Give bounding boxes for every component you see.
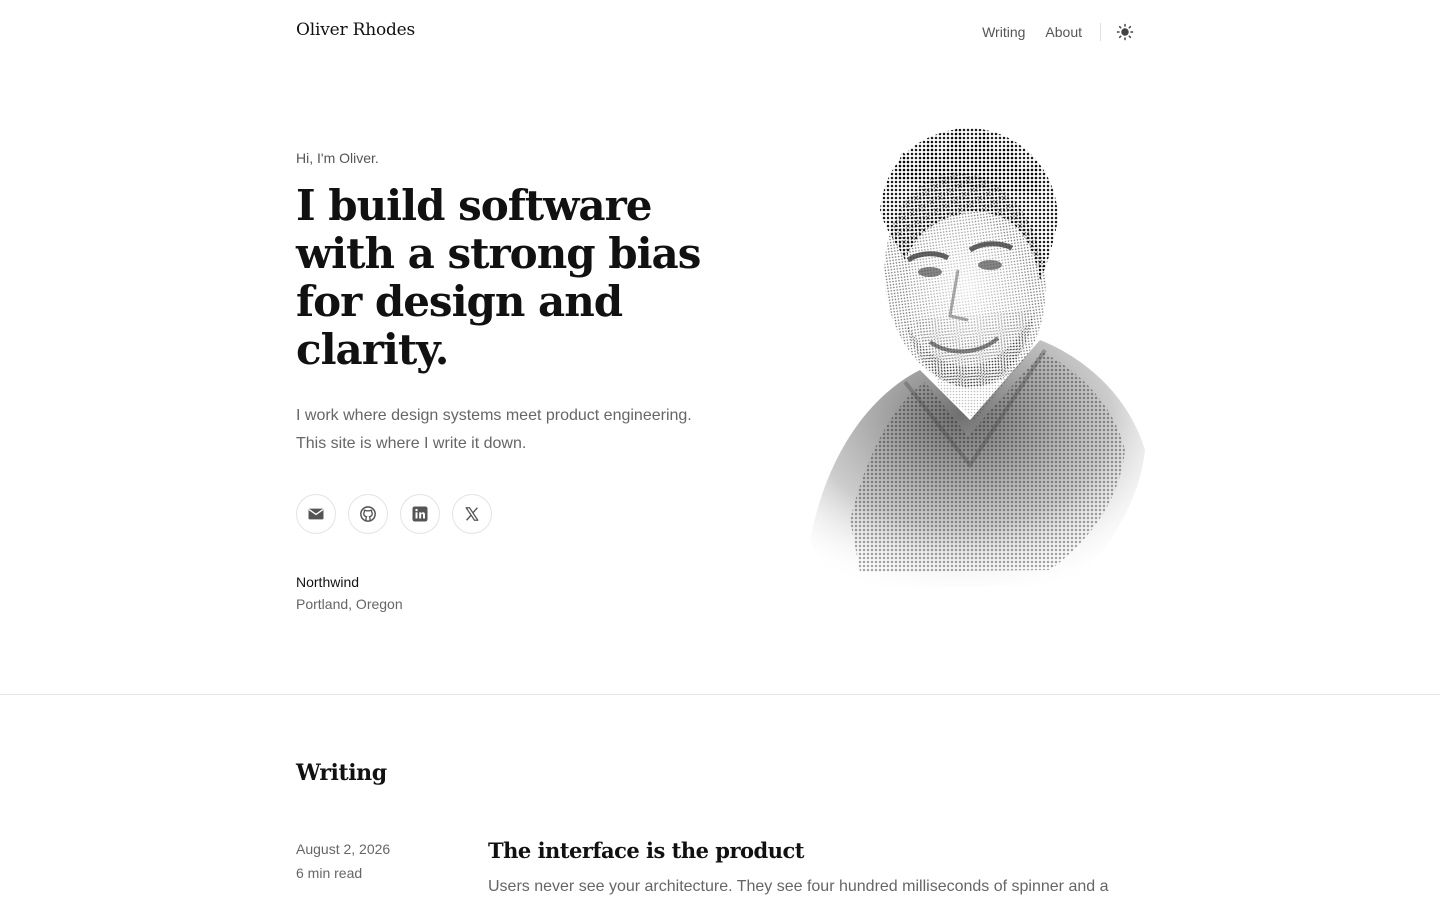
section-divider: [0, 694, 1440, 695]
hero-intro-line: This site is where I write it down.: [296, 435, 527, 452]
x-icon: [465, 507, 479, 521]
theme-toggle-button[interactable]: [1115, 22, 1135, 42]
post-date: August 2, 2026: [296, 841, 391, 857]
post-title-link[interactable]: The interface is the product: [488, 838, 804, 863]
nav-link-about[interactable]: About: [1045, 24, 1082, 40]
portrait-image: [790, 120, 1150, 600]
x-link-button[interactable]: [452, 494, 492, 534]
location-text: Portland, Oregon: [296, 596, 403, 612]
post-item[interactable]: August 2, 2026 6 min read The interface …: [296, 838, 1144, 900]
hero-headline: I build software with a strong bias for …: [296, 181, 701, 374]
site-header: Oliver Rhodes Writing About: [0, 0, 1440, 64]
main-nav: Writing About: [962, 20, 1135, 44]
company-name: Northwind: [296, 574, 360, 590]
social-links: [296, 494, 736, 534]
post-excerpt: Users never see your architecture. They …: [488, 878, 1109, 895]
hero-section: Hi, I'm Oliver. I build software with a …: [296, 150, 736, 612]
nav-divider: [1100, 23, 1101, 41]
github-icon: [360, 506, 376, 522]
sun-icon: [1116, 23, 1134, 41]
linkedin-icon: [412, 506, 428, 522]
site-brand[interactable]: Oliver Rhodes: [296, 20, 415, 40]
github-link-button[interactable]: [348, 494, 388, 534]
post-read-time: 6 min read: [296, 865, 363, 881]
mail-icon: [308, 508, 324, 520]
email-link-button[interactable]: [296, 494, 336, 534]
nav-link-writing[interactable]: Writing: [982, 24, 1025, 40]
hero-greeting: Hi, I'm Oliver.: [296, 150, 379, 166]
hero-intro: I work where design systems meet product…: [296, 402, 716, 458]
hero-intro-line: I work where design systems meet product…: [296, 407, 692, 424]
linkedin-link-button[interactable]: [400, 494, 440, 534]
writing-section-title: Writing: [296, 760, 387, 786]
